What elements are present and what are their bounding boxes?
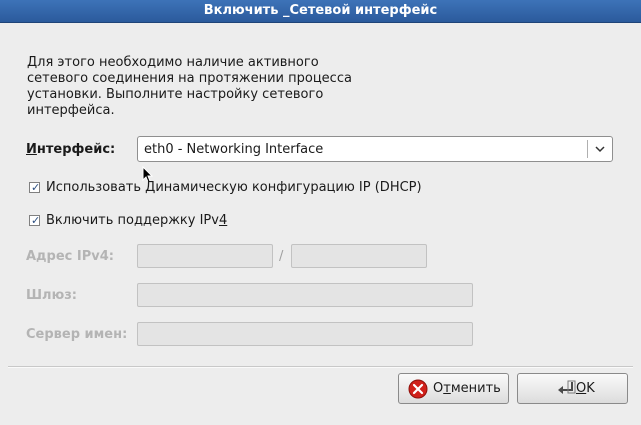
window-titlebar: Включить _Сетевой интерфейс [0, 0, 641, 23]
description-text: Для этого необходимо наличие активного с… [27, 55, 352, 118]
gateway-input[interactable] [137, 283, 473, 307]
combo-separator [587, 140, 588, 158]
interface-select-value: eth0 - Networking Interface [144, 142, 324, 157]
dhcp-label-post: инамическую конфигурацию IP (DHCP) [155, 180, 422, 195]
cancel-label-post: менить [450, 381, 501, 396]
button-divider [8, 366, 633, 368]
dhcp-checkbox[interactable]: ✓ [29, 181, 41, 194]
cancel-button-label: Отменить [433, 381, 501, 396]
ok-button[interactable]: ОK [517, 373, 628, 404]
chevron-down-icon[interactable] [594, 143, 606, 155]
cancel-button[interactable]: Отменить [398, 373, 509, 404]
checkmark-icon: ✓ [31, 181, 41, 194]
ipv4-label-mnemonic: 4 [218, 213, 228, 228]
dhcp-checkbox-label[interactable]: Использовать Динамическую конфигурацию I… [46, 180, 422, 195]
gateway-label: Шлюз: [26, 288, 77, 303]
nameserver-input[interactable] [137, 322, 473, 346]
ipv4-prefix-input[interactable] [291, 244, 427, 268]
interface-select[interactable]: eth0 - Networking Interface [137, 136, 613, 162]
ipv4-checkbox-label[interactable]: Включить поддержку IPv4 [46, 213, 227, 228]
interface-label: Интерфейс: [26, 142, 115, 157]
interface-label-text: нтерфейс: [36, 142, 116, 157]
ipv4-label-pre: Включить поддержку IPv [46, 213, 219, 228]
interface-label-mnemonic: И [26, 142, 37, 157]
checkmark-icon: ✓ [31, 214, 41, 227]
cancel-label-mnemonic: т [443, 381, 451, 396]
dhcp-label-pre: Использовать [46, 180, 146, 195]
nameserver-label: Сервер имен: [26, 327, 128, 342]
ok-label-mnemonic: О [576, 381, 587, 396]
ipv4-address-input[interactable] [137, 244, 273, 268]
ok-button-label: ОK [576, 381, 595, 396]
enter-arrow-icon [558, 380, 576, 394]
ok-label-post: K [586, 381, 595, 396]
window-title: Включить _Сетевой интерфейс [203, 3, 438, 18]
dhcp-label-mnemonic: Д [145, 180, 156, 195]
cancel-label-pre: О [433, 381, 444, 396]
cancel-icon [408, 379, 428, 399]
ipv4-prefix-separator: / [279, 249, 284, 264]
ipv4-address-label: Адрес IPv4: [26, 249, 114, 264]
ipv4-checkbox[interactable]: ✓ [29, 214, 41, 227]
